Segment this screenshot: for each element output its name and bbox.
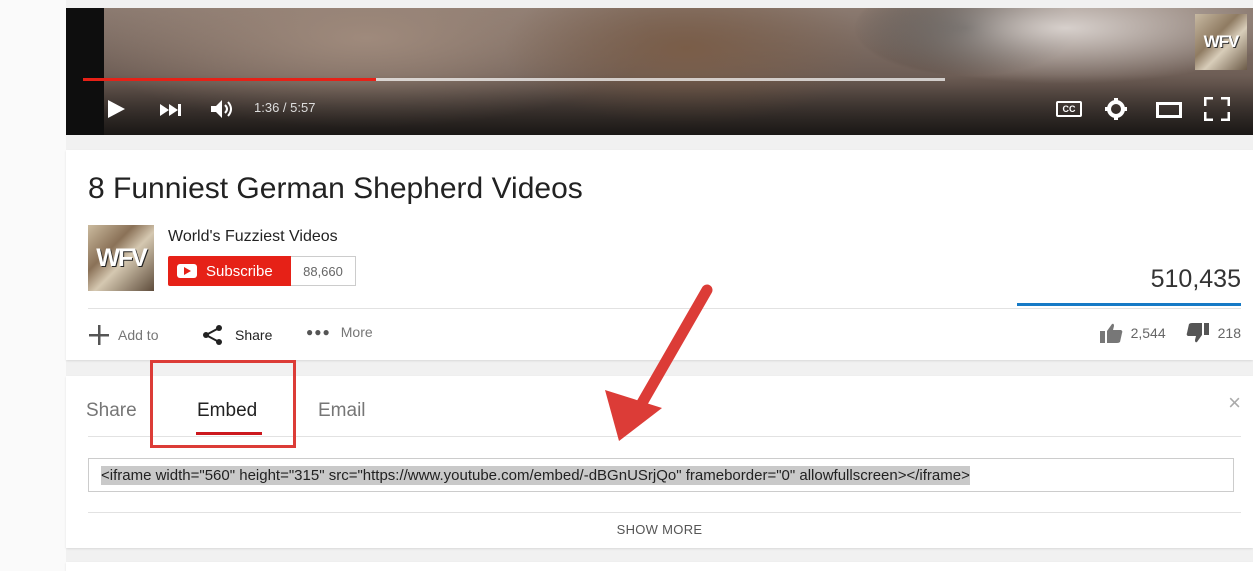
annotation-arrow-icon (605, 284, 713, 441)
